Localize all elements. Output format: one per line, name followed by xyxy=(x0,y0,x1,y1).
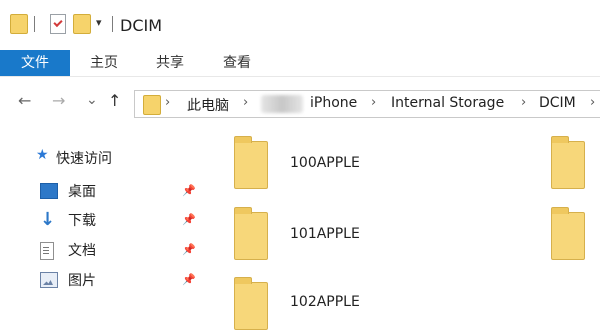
window-title: DCIM xyxy=(120,16,163,35)
breadcrumb-separator[interactable]: › xyxy=(590,95,595,110)
ribbon-tabs: 文件 主页 共享 查看 xyxy=(0,50,600,77)
sidebar-item-pictures[interactable]: 图片 📌 xyxy=(40,269,196,293)
breadcrumb-separator[interactable]: › xyxy=(521,95,526,110)
sidebar-item-label: 桌面 xyxy=(68,184,96,200)
sidebar-item-documents[interactable]: 文档 📌 xyxy=(40,239,196,263)
properties-icon[interactable] xyxy=(50,14,66,34)
pin-icon[interactable]: 📌 xyxy=(182,243,196,256)
star-icon: ★ xyxy=(36,147,49,163)
pin-icon[interactable]: 📌 xyxy=(182,184,196,197)
address-bar[interactable]: › 此电脑 › iPhone › Internal Storage › DCIM… xyxy=(134,90,600,118)
title-bar: ▾ DCIM xyxy=(0,0,600,50)
folder-name-100apple[interactable]: 100APPLE xyxy=(290,155,360,171)
customize-quick-access-icon[interactable]: ▾ xyxy=(96,16,102,29)
redacted-device-name xyxy=(261,95,303,113)
folder-name-101apple[interactable]: 101APPLE xyxy=(290,226,360,242)
tab-home[interactable]: 主页 xyxy=(78,50,130,76)
breadcrumb-separator[interactable]: › xyxy=(371,95,376,110)
address-row: ← → ⌄ ↑ › 此电脑 › iPhone › Internal Storag… xyxy=(0,85,600,119)
up-icon[interactable]: ↑ xyxy=(108,91,121,110)
tab-file[interactable]: 文件 xyxy=(0,50,70,76)
sidebar-item-label: 图片 xyxy=(68,273,96,289)
toolbar-separator xyxy=(34,16,35,32)
sidebar-item-label: 文档 xyxy=(68,243,96,259)
folder-icon[interactable] xyxy=(551,207,585,260)
folder-100apple-icon[interactable] xyxy=(234,136,268,189)
document-icon xyxy=(40,242,54,260)
tab-view[interactable]: 查看 xyxy=(211,50,263,76)
breadcrumb-dcim[interactable]: DCIM xyxy=(539,95,576,111)
forward-icon[interactable]: → xyxy=(52,91,65,110)
breadcrumb-internal-storage[interactable]: Internal Storage xyxy=(391,95,504,111)
breadcrumb-iphone[interactable]: iPhone xyxy=(310,95,357,111)
sidebar-item-label: 下载 xyxy=(68,213,96,229)
new-folder-icon[interactable] xyxy=(73,14,91,34)
desktop-icon xyxy=(40,183,58,199)
pin-icon[interactable]: 📌 xyxy=(182,213,196,226)
recent-locations-icon[interactable]: ⌄ xyxy=(86,92,98,108)
folder-102apple-icon[interactable] xyxy=(234,277,268,330)
title-separator xyxy=(112,16,113,32)
location-folder-icon xyxy=(143,95,161,115)
download-icon: ↓ xyxy=(40,209,56,230)
folder-icon[interactable] xyxy=(10,14,28,34)
breadcrumb-this-pc[interactable]: 此电脑 xyxy=(187,95,229,115)
breadcrumb-separator[interactable]: › xyxy=(243,95,248,110)
folder-name-102apple[interactable]: 102APPLE xyxy=(290,294,360,310)
pin-icon[interactable]: 📌 xyxy=(182,273,196,286)
back-icon[interactable]: ← xyxy=(18,91,31,110)
breadcrumb-separator[interactable]: › xyxy=(165,95,170,110)
pictures-icon xyxy=(40,272,58,288)
folder-icon[interactable] xyxy=(551,136,585,189)
tab-share[interactable]: 共享 xyxy=(144,50,196,76)
quick-access-header[interactable]: 快速访问 xyxy=(56,148,112,168)
folder-101apple-icon[interactable] xyxy=(234,207,268,260)
sidebar-item-desktop[interactable]: 桌面 📌 xyxy=(40,180,196,204)
sidebar-item-downloads[interactable]: ↓ 下载 📌 xyxy=(40,209,196,233)
